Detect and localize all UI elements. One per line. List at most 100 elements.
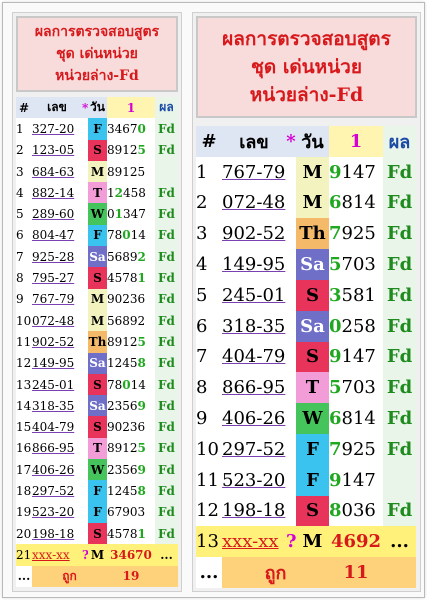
row-gap bbox=[286, 249, 296, 280]
row-result-rest: 814 bbox=[341, 192, 376, 214]
row-day-badge: T bbox=[88, 437, 107, 460]
row-day-badge: Th bbox=[88, 331, 107, 353]
left-title: ผลการตรวจสอบสูตร ชุด เด่นหน่วย หน่วยล่าง… bbox=[16, 16, 178, 92]
row-result-hit: 0 bbox=[122, 377, 131, 392]
row-result-digits: 45781 bbox=[107, 267, 155, 289]
row-result-digits: 89125 bbox=[107, 437, 155, 460]
table-row: 14 318-35 Sa 23569 Fd bbox=[16, 395, 178, 417]
row-day-badge: M bbox=[88, 160, 107, 183]
row-day-badge: F bbox=[88, 224, 107, 247]
row-result-digits: 6814 bbox=[329, 187, 383, 219]
row-result-digits: 89125 bbox=[107, 160, 155, 183]
row-number: 10 bbox=[16, 309, 32, 332]
row-day-badge: T bbox=[88, 182, 107, 204]
row-day-badge: S bbox=[296, 279, 329, 311]
row-result-hit: 5 bbox=[329, 254, 342, 276]
table-row: 7 925-28 Sa 56892 Fd bbox=[16, 246, 178, 268]
row-result-digits: 78014 bbox=[107, 373, 155, 396]
table-row: 19 523-20 F 67903 Fd bbox=[16, 501, 178, 523]
row-result-pre: 1245 bbox=[107, 356, 138, 371]
row-outcome: Fd bbox=[155, 416, 178, 438]
row-number: 1 bbox=[196, 156, 222, 188]
row-result-hit: 1 bbox=[137, 526, 146, 541]
row-result-hit: 6 bbox=[329, 408, 342, 430]
row-lek: 684-63 bbox=[32, 160, 82, 183]
table-row: 6 318-35 Sa 0258 Fd bbox=[196, 310, 416, 342]
row-outcome: Fd bbox=[155, 480, 178, 502]
row-result-pre: 4578 bbox=[107, 526, 138, 541]
row-result-pre: 2356 bbox=[107, 462, 138, 477]
right-title-line-1: ผลการตรวจสอบสูตร bbox=[222, 28, 391, 50]
row-result-digits: 12458 bbox=[107, 352, 155, 374]
row-number: 7 bbox=[16, 246, 32, 268]
row-day-badge: S bbox=[88, 373, 107, 396]
row-result-pre: 56892 bbox=[107, 313, 146, 328]
header-row: # เลข * วัน 1 ผล bbox=[196, 126, 416, 157]
current-day-badge: M bbox=[296, 526, 329, 558]
row-result-pre: 67903 bbox=[107, 505, 146, 520]
current-row: 13 xxx-xx? M 4692... bbox=[196, 526, 416, 558]
row-result-hit: 8 bbox=[329, 500, 342, 522]
row-outcome: Fd bbox=[383, 341, 416, 373]
row-number: 6 bbox=[16, 224, 32, 247]
row-result-post: 14 bbox=[130, 228, 146, 243]
row-lek: 123-05 bbox=[32, 139, 82, 161]
right-title: ผลการตรวจสอบสูตร ชุด เด่นหน่วย หน่วยล่าง… bbox=[196, 16, 417, 118]
row-number: 10 bbox=[196, 433, 222, 465]
row-number: 3 bbox=[196, 218, 222, 250]
current-number: 13 bbox=[196, 526, 222, 558]
left-title-line-1: ผลการตรวจสอบสูตร bbox=[34, 24, 160, 40]
row-day-badge: F bbox=[296, 433, 329, 465]
row-outcome: Fd bbox=[155, 288, 178, 310]
header-target-digit: 1 bbox=[107, 97, 155, 119]
row-result-hit: 5 bbox=[329, 377, 342, 399]
row-outcome: Fd bbox=[383, 372, 416, 404]
row-lek: 072-48 bbox=[222, 187, 286, 219]
row-lek: 297-52 bbox=[222, 433, 286, 465]
row-result-rest: 147 bbox=[341, 161, 376, 183]
row-day-badge: T bbox=[296, 372, 329, 404]
row-day-badge: S bbox=[88, 522, 107, 545]
row-result-hit: 0 bbox=[122, 228, 131, 243]
row-result-digits: 7925 bbox=[329, 433, 383, 465]
page-frame: ผลการตรวจสอบสูตร ชุด เด่นหน่วย หน่วยล่าง… bbox=[2, 2, 425, 598]
row-number: 9 bbox=[16, 288, 32, 310]
right-title-line-2: ชุด เด่นหน่วย bbox=[251, 56, 362, 78]
row-lek: 245-01 bbox=[32, 373, 82, 396]
table-row: 12 149-95 Sa 12458 Fd bbox=[16, 352, 178, 374]
row-outcome: Fd bbox=[383, 433, 416, 465]
row-gap bbox=[286, 464, 296, 496]
row-number: 19 bbox=[16, 501, 32, 523]
table-row: 5 245-01 S 3581 Fd bbox=[196, 279, 416, 311]
footer-correct-count: 11 bbox=[329, 557, 383, 588]
row-number: 16 bbox=[16, 437, 32, 460]
row-day-badge: Sa bbox=[296, 249, 329, 280]
row-day-badge: W bbox=[88, 203, 107, 225]
row-number: 5 bbox=[196, 279, 222, 311]
table-row: 10 297-52 F 7925 Fd bbox=[196, 433, 416, 465]
row-result-rest: 703 bbox=[341, 254, 376, 276]
row-outcome: Fd bbox=[383, 495, 416, 527]
row-number: 13 bbox=[16, 373, 32, 396]
row-result-hit: 0 bbox=[329, 315, 342, 337]
row-result-hit: 5 bbox=[137, 143, 146, 158]
row-result-rest: 925 bbox=[341, 223, 376, 245]
table-row: 1 767-79 M 9147 Fd bbox=[196, 156, 416, 188]
row-result-rest: 147 bbox=[341, 469, 376, 491]
row-day-badge: Sa bbox=[88, 246, 107, 268]
row-day-badge: M bbox=[88, 288, 107, 310]
row-outcome: Fd bbox=[155, 139, 178, 161]
row-result-hit: 1 bbox=[114, 207, 123, 222]
footer-spacer bbox=[155, 565, 178, 587]
row-lek: 925-28 bbox=[32, 246, 82, 268]
table-row: 17 406-26 W 23569 Fd bbox=[16, 459, 178, 481]
table-row: 11 902-52 Th 89125 Fd bbox=[16, 331, 178, 353]
current-result: 4692 bbox=[329, 526, 383, 558]
row-result-pre: 4578 bbox=[107, 271, 138, 286]
row-day-badge: Sa bbox=[88, 395, 107, 417]
row-result-hit: 5 bbox=[137, 441, 146, 456]
row-result-hit: 9 bbox=[137, 398, 146, 413]
header-result: ผล bbox=[383, 126, 416, 157]
table-row: 9 767-79 M 90236 Fd bbox=[16, 288, 178, 310]
row-number: 12 bbox=[16, 352, 32, 374]
